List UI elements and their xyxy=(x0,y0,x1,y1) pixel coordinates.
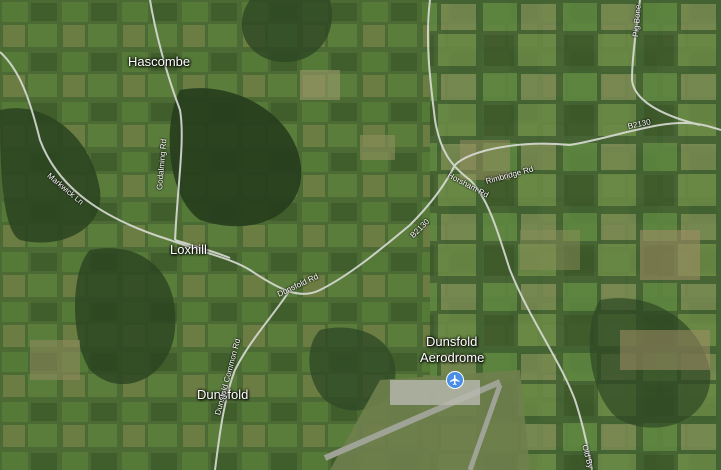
place-label-hascombe: Hascombe xyxy=(128,54,191,69)
airport-marker[interactable] xyxy=(446,371,464,389)
satellite-imagery xyxy=(0,0,721,470)
place-label-loxhill: Loxhill xyxy=(170,242,207,257)
place-label-aerodrome-line2: Aerodrome xyxy=(420,350,485,365)
satellite-map[interactable]: Hascombe Loxhill Dunsfold Dunsfold Aerod… xyxy=(0,0,721,470)
airplane-icon xyxy=(449,374,461,386)
place-label-aerodrome-line1: Dunsfold xyxy=(426,334,478,349)
